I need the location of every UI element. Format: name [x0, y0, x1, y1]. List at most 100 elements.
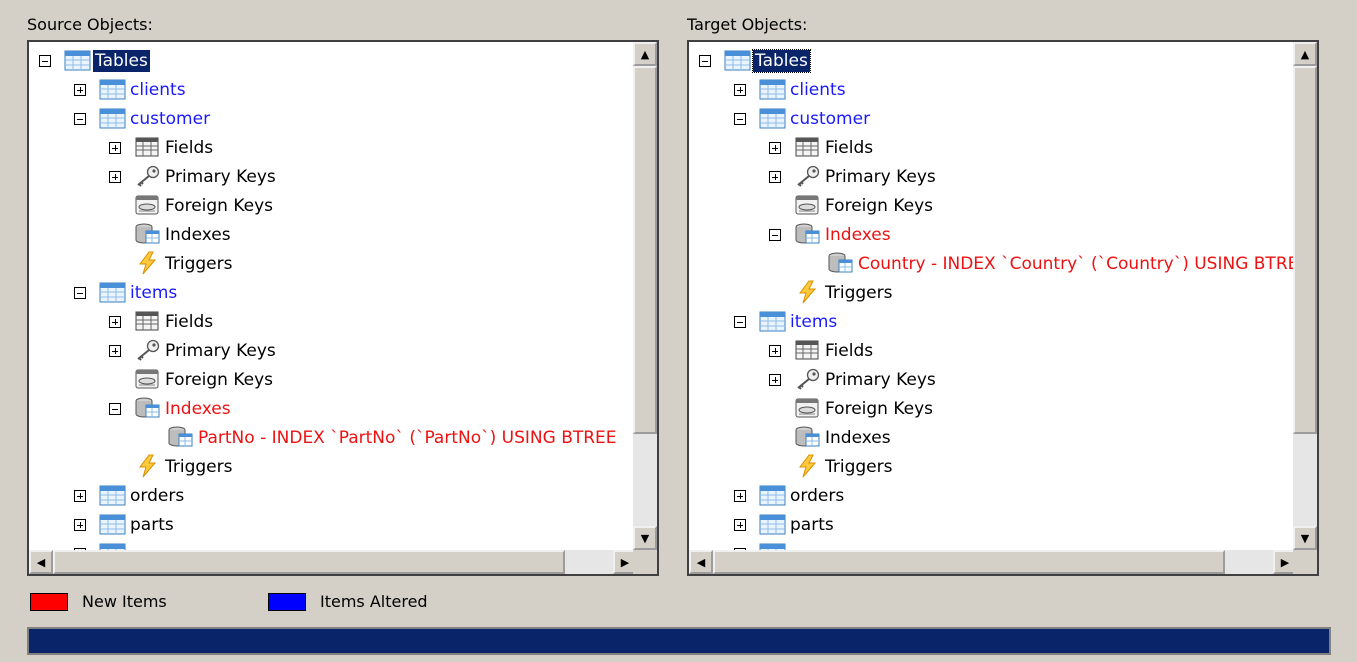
- collapse-toggle[interactable]: [734, 113, 746, 125]
- tree-item-label[interactable]: customer: [128, 108, 212, 130]
- scroll-up-button[interactable]: ▲: [1293, 42, 1317, 66]
- tree-item-label[interactable]: parts: [788, 514, 836, 536]
- scroll-down-button[interactable]: ▼: [633, 526, 657, 550]
- collapse-toggle[interactable]: [39, 55, 51, 67]
- tree-item-label[interactable]: Indexes: [163, 224, 233, 246]
- expand-toggle[interactable]: [109, 142, 121, 154]
- expand-toggle[interactable]: [109, 345, 121, 357]
- tree-item-label[interactable]: Foreign Keys: [823, 398, 935, 420]
- tree-item-label[interactable]: Triggers: [823, 282, 895, 304]
- legend-new-items: New Items: [30, 592, 167, 611]
- items-altered-swatch: [268, 592, 306, 611]
- tree-item-label[interactable]: clients: [128, 79, 188, 101]
- table-icon: [759, 483, 789, 509]
- tree-item-label[interactable]: Triggers: [163, 253, 235, 275]
- expand-toggle[interactable]: [769, 142, 781, 154]
- source-tree-content[interactable]: Tables clients customer Fields Primary Keys F…: [29, 42, 637, 550]
- tree-item-label[interactable]: Tables: [93, 50, 150, 72]
- indexes-icon: [134, 396, 164, 422]
- vertical-scroll-thumb[interactable]: [1293, 66, 1317, 434]
- table-icon: [99, 512, 129, 538]
- expand-toggle[interactable]: [769, 345, 781, 357]
- expand-toggle[interactable]: [74, 84, 86, 96]
- tree-item-label[interactable]: Indexes: [163, 398, 233, 420]
- indexes-icon: [167, 425, 197, 451]
- tree-item-label[interactable]: Fields: [163, 311, 215, 333]
- source-objects-tree[interactable]: Tables clients customer Fields Primary Keys F…: [27, 40, 659, 576]
- table-icon: [759, 309, 789, 335]
- collapse-toggle[interactable]: [769, 229, 781, 241]
- table-icon: [99, 106, 129, 132]
- tree-item-label[interactable]: orders: [128, 485, 186, 507]
- tree-item-label[interactable]: orders: [788, 485, 846, 507]
- foreign-keys-icon: [134, 193, 164, 219]
- indexes-icon: [827, 251, 857, 277]
- table-icon: [99, 77, 129, 103]
- collapse-toggle[interactable]: [699, 55, 711, 67]
- tree-item-label[interactable]: Primary Keys: [823, 369, 938, 391]
- trigger-icon: [134, 454, 164, 480]
- scroll-up-button[interactable]: ▲: [633, 42, 657, 66]
- collapse-toggle[interactable]: [109, 403, 121, 415]
- expand-toggle[interactable]: [769, 374, 781, 386]
- tree-item-label[interactable]: Primary Keys: [823, 166, 938, 188]
- tree-item-label[interactable]: Indexes: [823, 427, 893, 449]
- horizontal-scroll-thumb[interactable]: [53, 550, 565, 574]
- trigger-icon: [794, 454, 824, 480]
- tree-item-label[interactable]: Fields: [823, 137, 875, 159]
- source-vertical-scrollbar[interactable]: ▲ ▼: [633, 42, 657, 550]
- target-vertical-scrollbar[interactable]: ▲ ▼: [1293, 42, 1317, 550]
- tree-item-label[interactable]: items: [128, 282, 179, 304]
- tree-item-label[interactable]: Triggers: [163, 456, 235, 478]
- tree-item-label[interactable]: Primary Keys: [163, 166, 278, 188]
- collapse-toggle[interactable]: [74, 113, 86, 125]
- tree-item-label[interactable]: clients: [788, 79, 848, 101]
- expand-toggle[interactable]: [74, 490, 86, 502]
- trigger-icon: [134, 251, 164, 277]
- target-objects-tree[interactable]: Tables clients customer Fields Primary Keys F…: [687, 40, 1319, 576]
- horizontal-scroll-thumb[interactable]: [713, 550, 1225, 574]
- table-icon: [724, 48, 754, 74]
- expand-toggle[interactable]: [734, 84, 746, 96]
- indexes-icon: [134, 222, 164, 248]
- tree-item-label[interactable]: Country - INDEX `Country` (`Country`) US…: [856, 253, 1297, 275]
- scroll-left-button[interactable]: ◀: [29, 550, 53, 574]
- expand-toggle[interactable]: [109, 316, 121, 328]
- scroll-left-button[interactable]: ◀: [689, 550, 713, 574]
- expand-toggle[interactable]: [769, 171, 781, 183]
- target-horizontal-scrollbar[interactable]: ◀ ▶: [689, 550, 1297, 574]
- tree-item-label[interactable]: parts: [128, 514, 176, 536]
- tree-item-label[interactable]: customer: [788, 108, 872, 130]
- tree-item-label[interactable]: Foreign Keys: [163, 195, 275, 217]
- table-icon: [99, 280, 129, 306]
- source-horizontal-scrollbar[interactable]: ◀ ▶: [29, 550, 637, 574]
- fields-icon: [134, 135, 164, 161]
- target-tree-content[interactable]: Tables clients customer Fields Primary Keys F…: [689, 42, 1297, 550]
- collapse-toggle[interactable]: [734, 316, 746, 328]
- expand-toggle[interactable]: [734, 519, 746, 531]
- tree-item-label[interactable]: Foreign Keys: [163, 369, 275, 391]
- expand-toggle[interactable]: [734, 490, 746, 502]
- expand-toggle[interactable]: [109, 171, 121, 183]
- tree-item-label[interactable]: PartNo - INDEX `PartNo` (`PartNo`) USING…: [196, 427, 619, 449]
- indexes-icon: [794, 222, 824, 248]
- vertical-scroll-thumb[interactable]: [633, 66, 657, 434]
- items-altered-label: Items Altered: [320, 592, 428, 611]
- tree-item-label[interactable]: Primary Keys: [163, 340, 278, 362]
- tree-item-label[interactable]: Triggers: [823, 456, 895, 478]
- tree-item-label[interactable]: Fields: [163, 137, 215, 159]
- tree-item-label[interactable]: Foreign Keys: [823, 195, 935, 217]
- tree-item-label[interactable]: Tables: [752, 49, 811, 73]
- tree-item-label[interactable]: Fields: [823, 340, 875, 362]
- key-icon: [794, 164, 824, 190]
- scroll-down-button[interactable]: ▼: [1293, 526, 1317, 550]
- fields-icon: [794, 338, 824, 364]
- foreign-keys-icon: [794, 193, 824, 219]
- tree-item-label[interactable]: Indexes: [823, 224, 893, 246]
- expand-toggle[interactable]: [74, 519, 86, 531]
- indexes-icon: [794, 425, 824, 451]
- collapse-toggle[interactable]: [74, 287, 86, 299]
- table-icon: [99, 541, 129, 550]
- tree-item-label[interactable]: items: [788, 311, 839, 333]
- fields-icon: [794, 135, 824, 161]
